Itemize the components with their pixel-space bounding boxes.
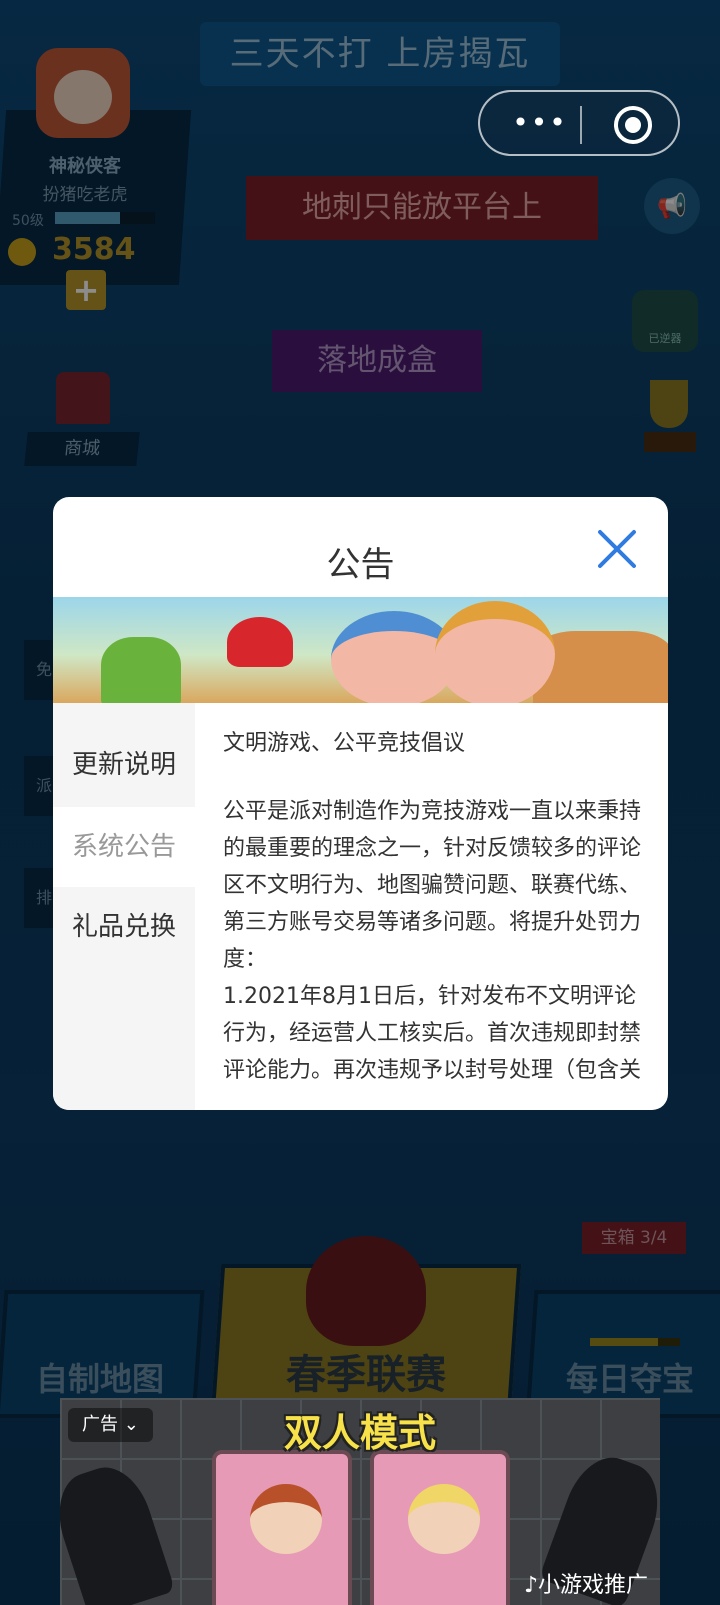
tab-gift-redeem[interactable]: 礼品兑换 xyxy=(53,887,195,967)
cactus-character xyxy=(101,637,181,703)
pig-character-gold-hat xyxy=(435,601,555,703)
target-close-icon[interactable] xyxy=(614,106,652,144)
mini-program-capsule: ••• xyxy=(478,90,680,156)
ad-footer: ♪小游戏推广 xyxy=(524,1567,648,1599)
modal-title: 公告 xyxy=(326,545,395,585)
more-dots-icon[interactable]: ••• xyxy=(510,108,570,138)
announcement-tabs: 更新说明 系统公告 礼品兑换 xyxy=(53,703,195,1110)
tab-system-notice[interactable]: 系统公告 xyxy=(53,807,195,887)
ad-title: 双人模式 xyxy=(283,1411,436,1455)
music-note-icon: ♪ xyxy=(523,1573,538,1598)
ad-label[interactable]: 广告 ⌄ xyxy=(68,1408,153,1442)
tab-update-notes[interactable]: 更新说明 xyxy=(53,725,195,805)
mushroom-character xyxy=(227,617,293,667)
chevron-down-icon: ⌄ xyxy=(123,1414,139,1435)
announcement-body: 公平是派对制造作为竞技游戏一直以来秉持的最重要的理念之一，针对反馈较多的评论区不… xyxy=(223,793,641,1079)
bed-character-right xyxy=(370,1450,510,1605)
bed-character-left xyxy=(212,1450,352,1605)
ad-label-text: 广告 xyxy=(82,1414,118,1435)
announcement-content[interactable]: 文明游戏、公平竞技倡议 公平是派对制造作为竞技游戏一直以来秉持的最重要的理念之一… xyxy=(223,703,643,1079)
announcement-modal: 公告 更新说明 系统公告 礼品兑换 文明游戏、公平竞技倡议 公平是派对制造作为竞… xyxy=(53,497,668,1110)
ad-banner[interactable]: 双人模式 广告 ⌄ ♪小游戏推广 xyxy=(60,1398,660,1605)
ad-footer-text: 小游戏推广 xyxy=(537,1573,648,1598)
announcement-heading: 文明游戏、公平竞技倡议 xyxy=(223,731,466,756)
capsule-divider xyxy=(580,106,582,144)
announcement-paragraph: 公平是派对制造作为竞技游戏一直以来秉持的最重要的理念之一，针对反馈较多的评论区不… xyxy=(223,799,642,1079)
announcement-banner-image xyxy=(53,597,668,703)
close-x-icon[interactable] xyxy=(595,527,639,571)
